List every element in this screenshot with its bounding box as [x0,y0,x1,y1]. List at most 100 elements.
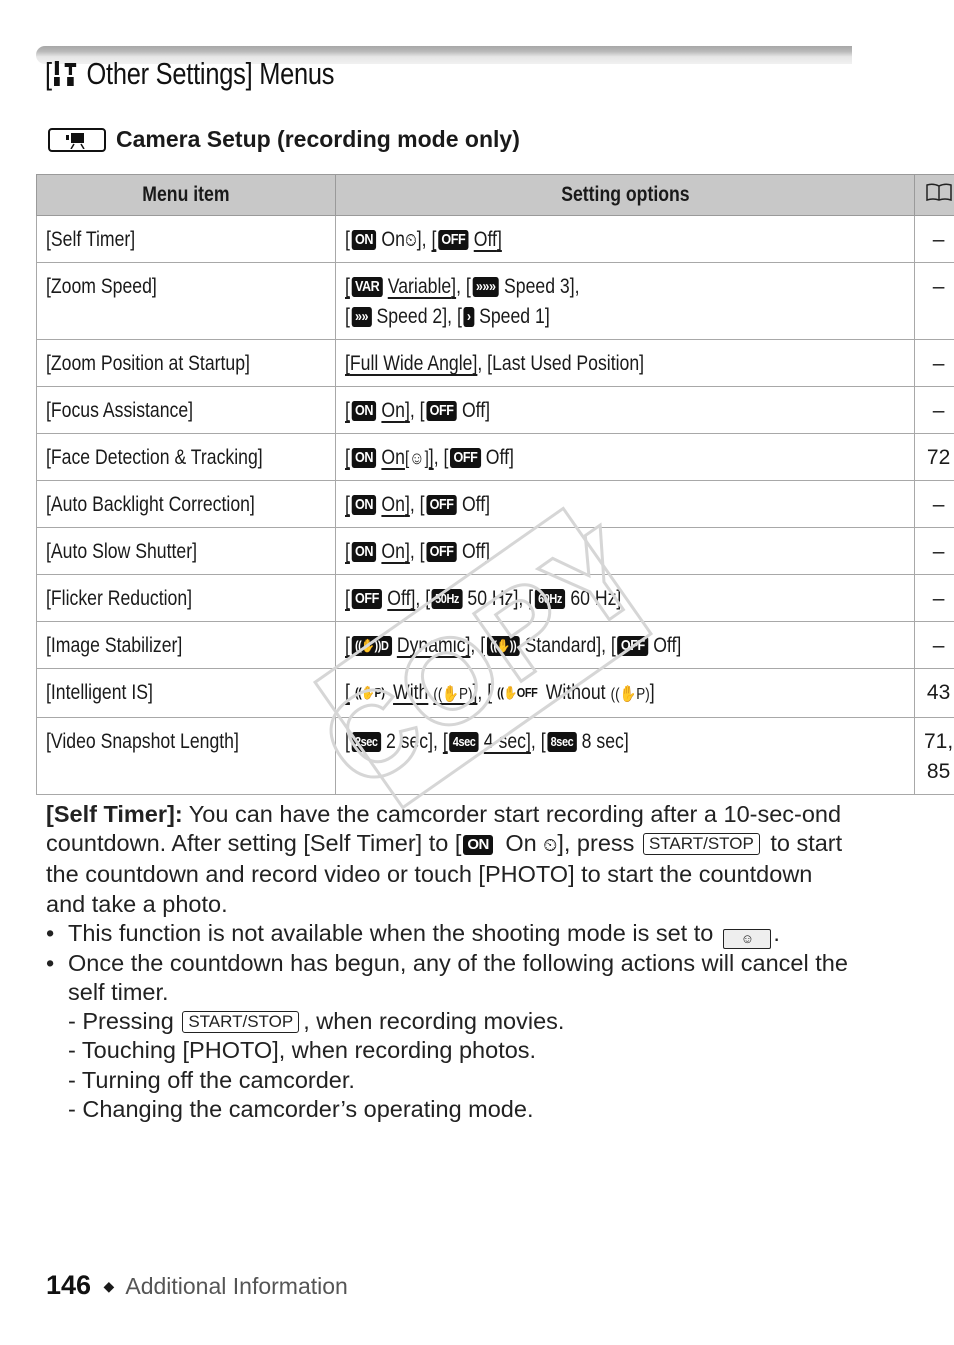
setting-options-cell: [((✋))D Dynamic], [((✋)) Standard], [OFF Of… [335,621,915,669]
table-row: [Flicker Reduction] [OFF Off], [50Hz 50 Hz]… [36,574,954,622]
menu-item-cell: [Focus Assistance] [36,386,336,434]
sub-item: - Pressing START/STOP, when recording mo… [68,1008,565,1035]
table-header-row: Menu item Setting options [36,174,954,216]
title-bracket: [ [45,56,52,91]
option-badge-icon: › [463,307,475,327]
setting-option: [»»» Speed 3] [465,275,575,298]
option-label: Full Wide Angle [349,352,473,375]
option-badge-icon: OFF [617,636,649,656]
setting-option: [OFF Off] [443,446,514,469]
option-badge-icon: »»» [472,277,499,297]
setting-option: [((✋)) Standard] [480,634,602,657]
page-reference: – [913,262,954,340]
setting-option: [ON On] [345,540,410,563]
start-stop-key: START/STOP [642,833,760,856]
start-stop-key: START/STOP [182,1011,300,1034]
page-reference: – [913,621,954,669]
option-badge-icon: OFF [450,448,481,468]
table-row: [Zoom Speed] [VAR Variable], [»»» Speed 3],… [36,262,954,340]
setting-option: [VAR Variable] [345,275,457,298]
menu-item-label: [Face Detection & Tracking] [46,446,263,469]
page-reference: – [913,215,954,263]
setting-option: [OFF Off] [419,493,491,516]
header-setting-options: Setting options [335,174,915,216]
option-label: Off [461,493,486,516]
option-label: Off [461,399,486,422]
self-timer-icon: ⏲ [543,835,558,856]
option-label: Speed 1 [479,305,545,328]
menu-item-cell: [Image Stabilizer] [36,621,336,669]
page-reference: – [913,480,954,528]
bullet-item: This function is not available when the … [46,919,854,949]
option-label: On [381,228,405,251]
bullet-item: Once the countdown has begun, any of the… [46,949,854,1007]
option-label: 2 sec [385,730,429,753]
option-label: 4 sec [483,730,526,753]
description-paragraph: [Self Timer]: You can have the camcorder… [46,801,843,917]
sub-item: - Changing the camcorder’s operating mod… [68,1095,534,1122]
table-row: [Self Timer] [ON On ⏲], [OFF Off] – [36,215,954,263]
menu-item-cell: [Auto Slow Shutter] [36,527,336,575]
setting-option: [Full Wide Angle] [345,352,478,375]
setting-options-cell: [ON On], [OFF Off] [335,480,915,528]
page-reference: – [913,527,954,575]
menu-item-label: [Video Snapshot Length] [46,730,239,753]
option-label: Speed 2 [376,305,443,328]
setting-option: [OFF Off] [610,634,682,657]
option-label: 60 Hz [570,587,617,610]
option-label: Variable [387,275,452,298]
page-reference: – [913,339,954,387]
menu-item-label: [Intelligent IS] [46,681,153,704]
option-badge-icon: OFF [426,495,457,515]
setting-options-cell: [ON On], [OFF Off] [335,527,915,575]
option-badge-icon: 8sec [547,732,577,752]
setting-options-cell: [ON On [☺]], [OFF Off] [335,433,915,481]
menu-item-label: [Flicker Reduction] [46,587,193,610]
page-reference: 72 [913,433,954,481]
setting-options-cell: [ON On ⏲], [OFF Off] [335,215,915,263]
setting-option: [Last Used Position] [487,352,645,375]
option-badge-icon: OFF [351,589,383,609]
page-reference: 71, 85 [913,717,954,795]
option-label: Without [545,681,606,704]
setting-option: [ON On] [345,399,410,422]
page-reference: – [913,386,954,434]
option-badge-icon: 4sec [449,732,479,752]
menu-item-label: [Auto Slow Shutter] [46,540,198,563]
setting-options-cell: [2sec 2 sec], [4sec 4 sec], [8sec 8 sec] [335,717,915,795]
option-label: On [381,399,405,422]
menu-item-cell: [Flicker Reduction] [36,574,336,622]
table-row: [Focus Assistance] [ON On], [OFF Off] – [36,386,954,434]
option-label: With [393,681,429,704]
menu-item-cell: [Zoom Speed] [36,262,336,340]
menu-item-cell: [Video Snapshot Length] [36,717,336,795]
movie-camera-icon [48,127,106,152]
setting-option: [OFF Off] [419,399,491,422]
setting-option: [»» Speed 2] [345,305,448,328]
setting-option: [OFF Off] [419,540,491,563]
option-badge-icon: 50Hz [431,589,463,609]
setting-option: [60Hz 60 Hz] [528,587,622,610]
setting-option: [4sec 4 sec] [442,730,531,753]
setting-option: [› Speed 1] [456,305,550,328]
option-badge-icon: OFF [426,542,457,562]
table-row: [Video Snapshot Length] [2sec 2 sec], [4se… [36,717,954,795]
menu-item-cell: [Intelligent IS] [36,668,336,718]
option-badge-icon: ON [351,495,377,515]
header-menu-item: Menu item [36,174,336,216]
face-detection-icon: [☺] [404,448,429,468]
setting-option: [OFF Off] [431,228,502,251]
intelligent-is-icon: ((✋P) [610,686,650,703]
option-label: Off [461,540,486,563]
menu-item-label: [Zoom Speed] [46,275,157,298]
setting-option: [50Hz 50 Hz] [425,587,519,610]
option-badge-icon: OFF [438,230,469,250]
menu-item-label: [Self Timer] [46,228,136,251]
menu-item-cell: [Zoom Position at Startup] [36,339,336,387]
setting-options-cell: [VAR Variable], [»»» Speed 3], [»» Speed 2]… [335,262,915,340]
setting-option: [OFF Off] [345,587,416,610]
page-reference: – [913,574,954,622]
option-badge-icon: VAR [351,277,383,297]
option-badge-icon: ON [351,230,377,250]
section-name: Additional Information [125,1273,348,1299]
